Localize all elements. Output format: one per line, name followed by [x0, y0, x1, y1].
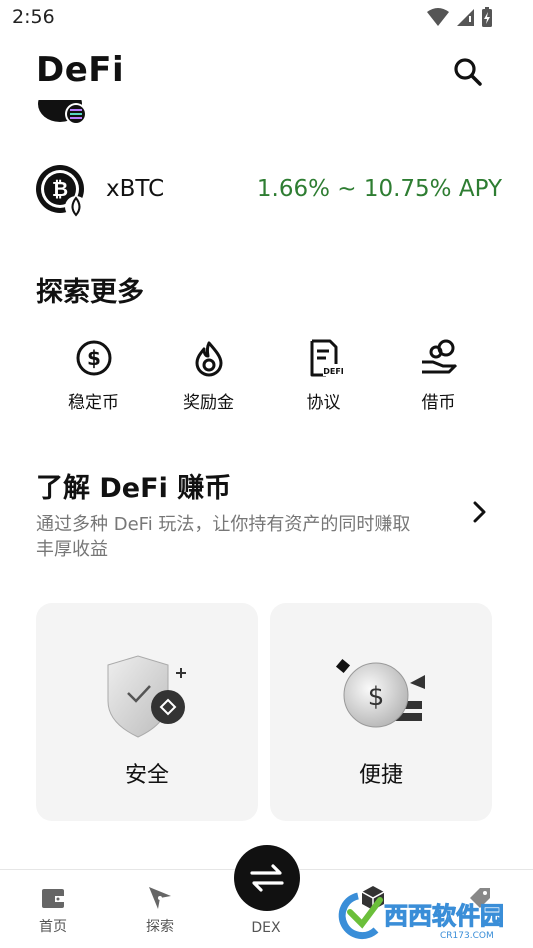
tab-home[interactable]: 首页 — [23, 884, 83, 936]
asset-name: xBTC — [106, 176, 165, 202]
wallet-icon — [42, 889, 64, 908]
dollar-coin-stack-icon: $ — [335, 658, 425, 728]
status-bar: 2:56 — [0, 0, 533, 36]
learn-section-title: 了解 DeFi 赚币 — [36, 473, 232, 504]
explore-item-rewards[interactable]: 奖励金 — [151, 338, 266, 418]
partial-coin-icon — [38, 100, 90, 130]
feature-card-label: 安全 — [124, 763, 169, 788]
hand-coins-icon — [421, 339, 457, 374]
tab-label: 首页 — [39, 919, 67, 935]
learn-section-subtitle: 通过多种 DeFi 玩法，让你持有资产的同时赚取丰厚收益 — [36, 514, 411, 560]
wifi-icon — [427, 8, 449, 26]
asset-row-xbtc[interactable]: ₿ xBTC 1.66% ~ 10.75% APY — [36, 163, 502, 221]
feature-card-label: 便捷 — [358, 763, 403, 788]
search-button[interactable] — [450, 54, 486, 90]
explore-section-title: 探索更多 — [36, 277, 144, 308]
explore-grid: $ 稳定币 奖励金 DEFI 协议 借币 — [36, 338, 496, 418]
tab-dex[interactable]: DEX — [236, 916, 296, 936]
dollar-coin-icon: $ — [76, 340, 111, 376]
svg-text:₿: ₿ — [52, 177, 68, 201]
tab-label: 探索 — [146, 919, 174, 935]
feature-card-convenience[interactable]: $ 便捷 — [270, 603, 492, 821]
svg-text:CR173.COM: CR173.COM — [440, 931, 494, 941]
watermark-logo: 西西软件园 CR173.COM — [336, 890, 516, 942]
app-header: DeFi — [0, 44, 533, 104]
feature-card-safety[interactable]: 安全 — [36, 603, 258, 821]
svg-text:$: $ — [368, 682, 385, 712]
chevron-right-icon — [473, 501, 486, 523]
svg-text:$: $ — [87, 346, 101, 370]
status-icons — [427, 6, 493, 28]
search-icon — [454, 58, 482, 86]
compass-icon — [149, 887, 171, 909]
explore-item-protocol[interactable]: DEFI 协议 — [266, 338, 381, 418]
signal-icon — [457, 9, 474, 26]
svg-text:西西软件园: 西西软件园 — [384, 902, 504, 930]
explore-item-label: 协议 — [306, 393, 341, 413]
defi-document-icon: DEFI — [310, 339, 344, 377]
learn-more-button[interactable] — [466, 498, 494, 526]
status-time: 2:56 — [12, 6, 55, 28]
swap-arrows-icon — [250, 864, 284, 892]
page-title: DeFi — [36, 50, 125, 90]
tab-explore[interactable]: 探索 — [130, 884, 190, 936]
battery-icon — [482, 7, 492, 27]
flame-icon — [195, 341, 222, 377]
xbtc-icon: ₿ — [36, 165, 88, 218]
svg-text:DEFI: DEFI — [323, 367, 344, 376]
asset-apy: 1.66% ~ 10.75% APY — [256, 176, 502, 202]
explore-item-label: 借币 — [421, 393, 456, 413]
tab-label: DEX — [251, 920, 281, 936]
explore-item-label: 稳定币 — [68, 393, 119, 413]
shield-check-icon — [107, 655, 186, 738]
dex-swap-button[interactable] — [234, 845, 300, 911]
explore-item-borrow[interactable]: 借币 — [381, 338, 496, 418]
explore-item-label: 奖励金 — [183, 393, 234, 413]
explore-item-stablecoin[interactable]: $ 稳定币 — [36, 338, 151, 418]
